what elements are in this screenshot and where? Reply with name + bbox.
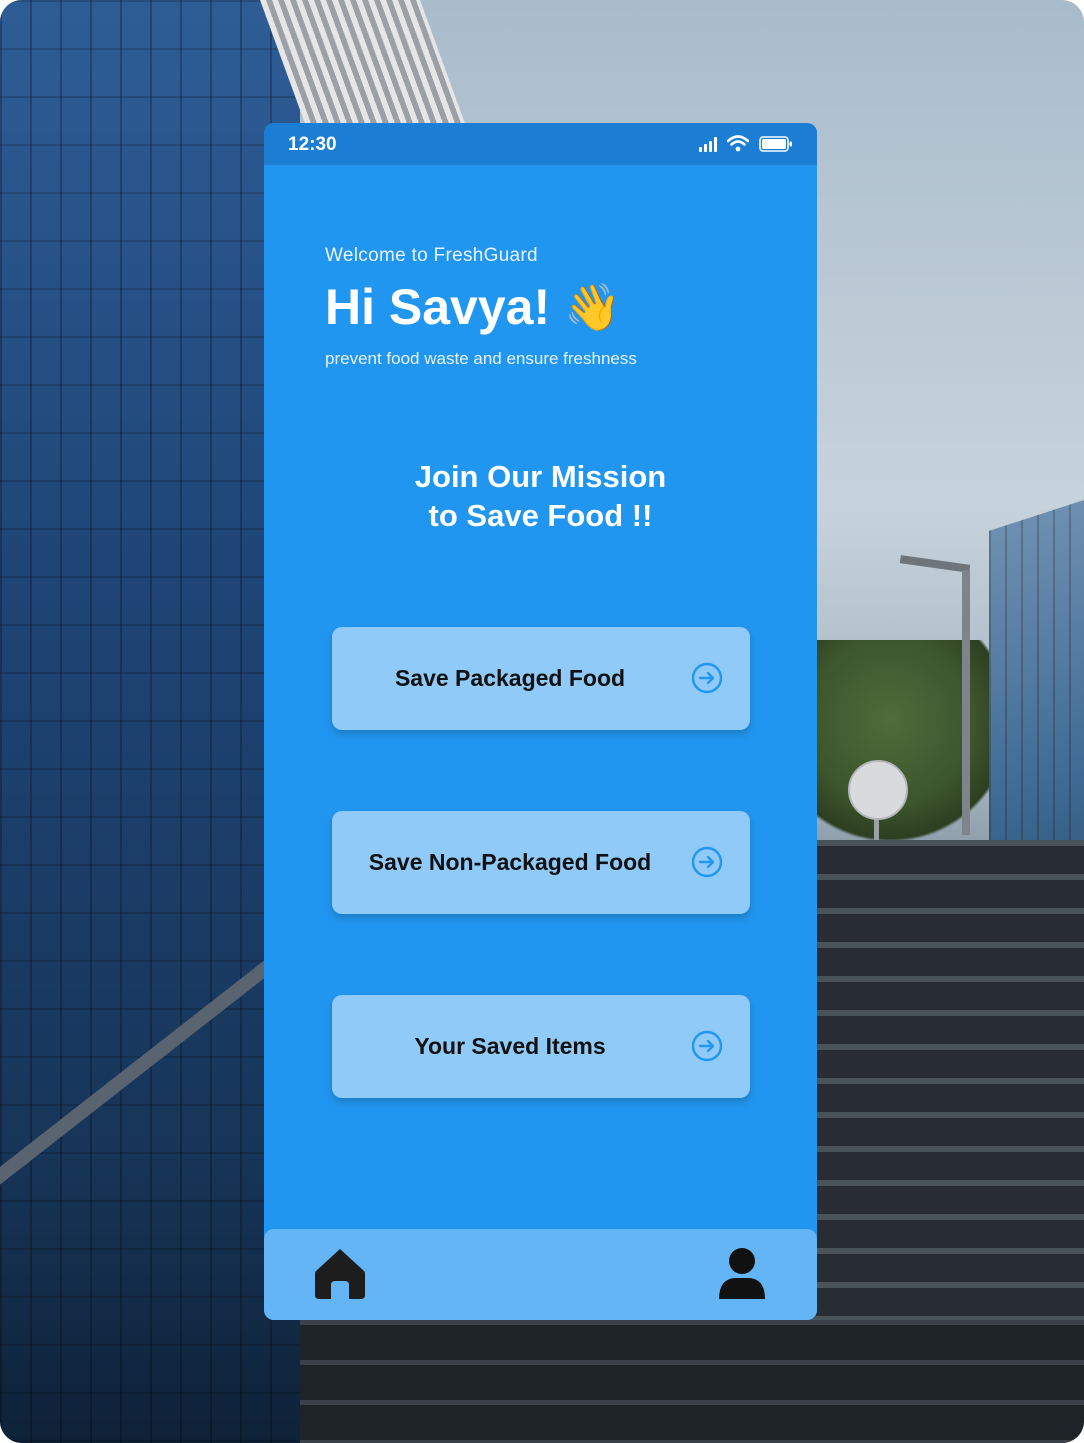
phone-screen: 12:30 Welcome to FreshGuard Hi Savya! 👋 … [264,123,817,1320]
greeting-text: Hi Savya! [325,279,551,335]
arrow-right-circle-icon [691,846,723,878]
street-lamp-pole [962,570,970,835]
arrow-right-circle-icon [691,662,723,694]
profile-icon[interactable] [717,1247,767,1302]
tiled-wall-left [0,0,300,1443]
mission-line-2: to Save Food !! [428,498,653,533]
wifi-icon [727,135,749,152]
waving-hand-icon: 👋 [564,281,622,333]
your-saved-items-button[interactable]: Your Saved Items [332,995,750,1098]
staircase-lower [300,1320,1084,1443]
save-packaged-food-button[interactable]: Save Packaged Food [332,627,750,730]
mission-line-1: Join Our Mission [414,459,667,494]
battery-icon [759,135,793,152]
home-icon[interactable] [314,1247,366,1301]
cellular-signal-icon [699,136,717,152]
button-label: Save Packaged Food [394,665,626,691]
street-lamp-arm [899,555,971,573]
greeting-heading: Hi Savya! 👋 [325,278,621,336]
status-time: 12:30 [288,134,337,155]
status-bar: 12:30 [264,123,817,165]
mission-heading: Join Our Mission to Save Food !! [264,457,817,535]
save-non-packaged-food-button[interactable]: Save Non-Packaged Food [332,811,750,914]
bottom-nav [264,1229,817,1320]
trees [810,640,1010,840]
road-sign [848,760,908,820]
button-label: Your Saved Items [414,1033,606,1059]
tagline: prevent food waste and ensure freshness [325,349,637,368]
status-icons [699,135,793,152]
welcome-text: Welcome to FreshGuard [325,245,538,266]
button-label: Save Non-Packaged Food [368,849,652,875]
arrow-right-circle-icon [691,1030,723,1062]
